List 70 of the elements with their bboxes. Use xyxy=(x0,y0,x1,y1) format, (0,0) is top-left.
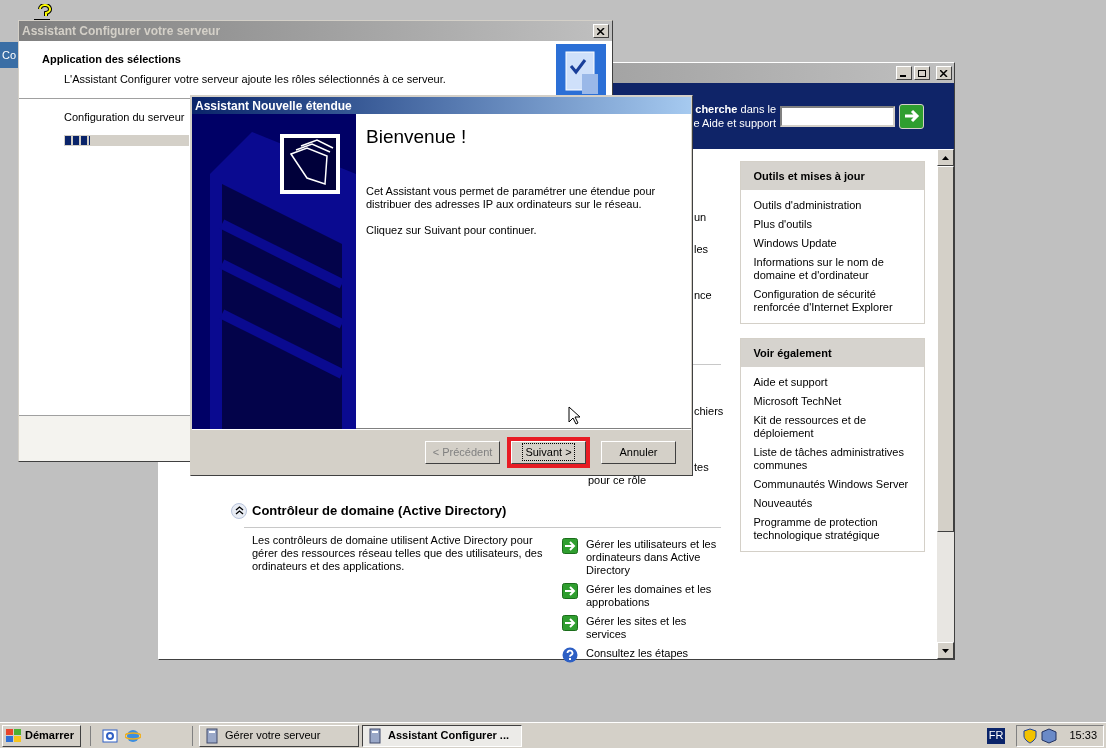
go-button[interactable] xyxy=(899,103,924,129)
link-text[interactable]: nce xyxy=(694,287,712,304)
close-button[interactable] xyxy=(593,24,609,38)
link-text[interactable]: tes xyxy=(694,459,709,476)
window-title: Assistant Nouvelle étendue xyxy=(195,97,352,115)
status-text: Configuration du serveur xyxy=(64,110,186,125)
down-arrow-icon xyxy=(942,648,949,653)
maximize-icon xyxy=(918,69,926,77)
globe-icon xyxy=(125,727,141,744)
clock: 15:33 xyxy=(1069,728,1097,744)
close-icon xyxy=(940,69,948,77)
link-text[interactable]: les xyxy=(694,241,709,258)
arrow-icon xyxy=(903,109,920,123)
up-arrow-icon xyxy=(942,155,949,160)
panel-link[interactable]: Outils d'administration xyxy=(753,199,912,212)
server-icon xyxy=(204,727,220,744)
panel-link[interactable]: Programme de protection technologique stratégique xyxy=(753,516,912,542)
task-link[interactable]: Gérer les sites et les services xyxy=(586,614,721,641)
shield-icon[interactable] xyxy=(1023,727,1038,744)
arrow-icon xyxy=(562,614,578,631)
panel-link[interactable]: Plus d'outils xyxy=(753,218,912,231)
panel-link[interactable]: Liste de tâches administratives communes xyxy=(753,446,912,472)
panel-link[interactable]: Windows Update xyxy=(753,237,912,250)
minimize-button[interactable] xyxy=(896,66,912,80)
cube-icon[interactable] xyxy=(1041,727,1058,744)
panel-title: Outils et mises à jour xyxy=(753,168,865,184)
arrow-icon xyxy=(562,537,578,554)
panel-link[interactable]: Microsoft TechNet xyxy=(753,395,912,408)
task-link[interactable]: Consultez les étapes xyxy=(586,646,721,660)
chevron-icon xyxy=(234,506,244,516)
page-heading: Application des sélections xyxy=(42,52,182,67)
taskbar-button[interactable]: Assistant Configurer ... xyxy=(362,724,522,747)
start-button[interactable]: Démarrer xyxy=(2,724,81,747)
dialog-button[interactable]: Annuler xyxy=(601,440,676,464)
panel-link[interactable]: Aide et support xyxy=(753,376,912,389)
dialog-text: Cet Assistant vous permet de paramétrer une étendue pour distribuer des adresses IP aux ordinateurs sur le réseau. xyxy=(366,184,656,211)
panel-link[interactable]: Nouveautés xyxy=(753,497,912,510)
maximize-button[interactable] xyxy=(914,66,930,80)
search-label: cherche dans le xyxy=(694,102,776,116)
page-subheading: L'Assistant Configurer votre serveur ajoute les rôles sélectionnés à ce serveur. xyxy=(64,71,446,87)
task-link[interactable]: Gérer les domaines et les approbations xyxy=(586,582,721,609)
collapse-button[interactable] xyxy=(231,502,247,519)
panel-title: Voir également xyxy=(753,345,832,361)
panel-link[interactable]: Kit de ressources et de déploiement xyxy=(753,414,912,440)
arrow-icon xyxy=(562,582,578,599)
dialog-text: Cliquez sur Suivant pour continuer. xyxy=(366,223,538,237)
scrollbar[interactable] xyxy=(937,149,954,659)
taskbar-button[interactable]: Gérer votre serveur xyxy=(199,724,359,747)
dialog-heading: Bienvenue ! xyxy=(366,125,468,149)
link-text[interactable]: un xyxy=(694,209,707,226)
close-icon xyxy=(597,27,605,35)
search-label: e Aide et support xyxy=(693,116,776,130)
panel-link[interactable]: Communautés Windows Server xyxy=(753,478,912,491)
section-title: Contrôleur de domaine (Active Directory) xyxy=(252,502,507,520)
link-text[interactable]: chiers xyxy=(694,403,724,420)
window-icon xyxy=(102,727,118,744)
task-link[interactable]: Gérer les utilisateurs et les ordinateurs dans Active Directory xyxy=(586,537,721,577)
panel-link[interactable]: Configuration de sécurité renforcée d'Internet Explorer xyxy=(753,288,912,314)
link-text[interactable]: pour ce rôle xyxy=(588,472,647,489)
search-field[interactable] xyxy=(780,105,895,127)
close-button[interactable] xyxy=(936,66,952,80)
window-title: Assistant Configurer votre serveur xyxy=(22,23,221,40)
language-indicator[interactable]: FR xyxy=(986,727,1006,744)
windows-logo-icon xyxy=(6,728,22,743)
window-fragment: Co xyxy=(0,42,20,68)
wizard-document-icon xyxy=(556,44,606,98)
server-icon xyxy=(367,727,383,744)
section-description: Les contrôleurs de domaine utilisent Active Directory pour gérer des ressources réseau telles que des utilisateurs, des ordinateurs et des applications. xyxy=(252,533,544,574)
panel-link[interactable]: Informations sur le nom de domaine et d'ordinateur xyxy=(753,256,912,282)
dialog-button[interactable]: Suivant > xyxy=(511,440,586,464)
